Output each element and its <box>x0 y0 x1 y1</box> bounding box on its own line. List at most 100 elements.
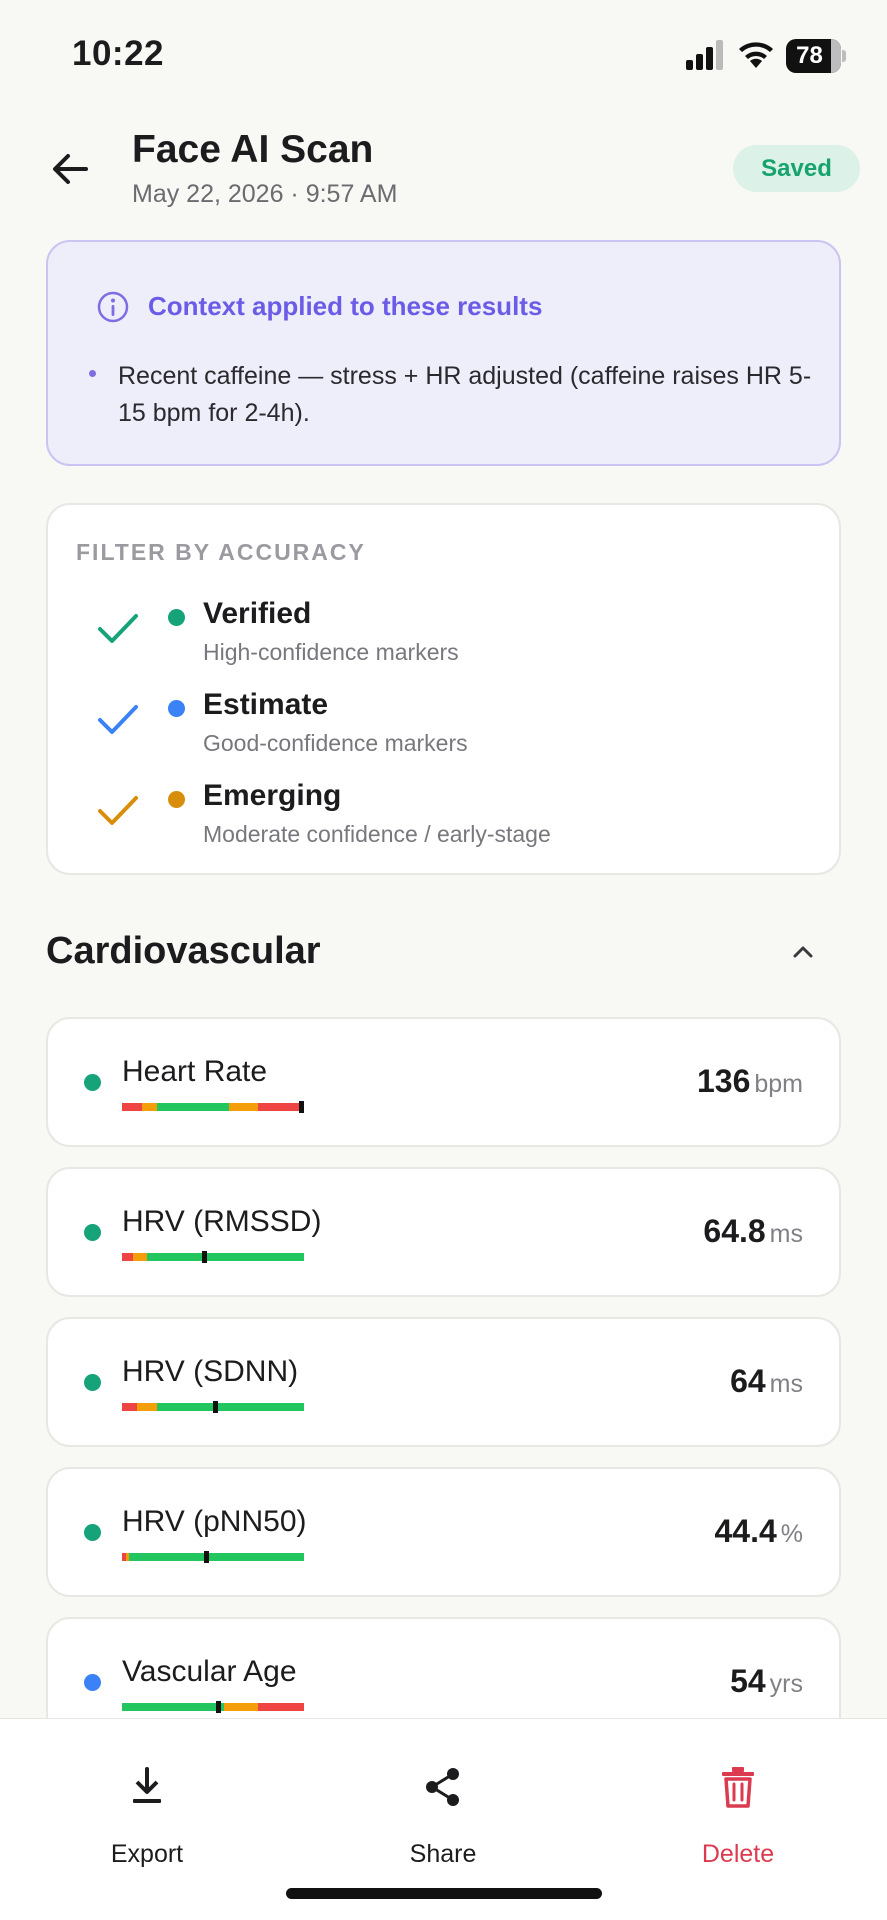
range-segment <box>258 1103 304 1111</box>
info-icon <box>97 291 129 323</box>
filter-option-label: Emerging <box>203 779 342 812</box>
accuracy-dot <box>84 1224 101 1241</box>
range-marker <box>299 1101 304 1113</box>
back-button[interactable] <box>46 145 94 193</box>
accuracy-dot <box>84 1674 101 1691</box>
filter-option-description: Moderate confidence / early-stage <box>203 821 551 847</box>
range-marker <box>216 1701 222 1713</box>
range-segment <box>156 1103 230 1111</box>
metric-name: HRV (SDNN) <box>122 1355 299 1388</box>
range-segment <box>136 1403 157 1411</box>
metric-row-hrv-sdnn[interactable]: HRV (SDNN) 64 ms <box>46 1317 841 1447</box>
range-bar <box>122 1401 304 1413</box>
arrow-left-icon <box>53 154 88 184</box>
metric-reading: 64 ms <box>730 1363 803 1400</box>
range-segment <box>142 1103 157 1111</box>
range-segment <box>258 1703 304 1711</box>
filter-heading: FILTER BY ACCURACY <box>76 539 366 565</box>
metric-value: 64 <box>730 1363 766 1399</box>
range-segment <box>122 1403 137 1411</box>
metric-row-hrv-rmssd[interactable]: HRV (RMSSD) 64.8 ms <box>46 1167 841 1297</box>
verified-dot <box>168 609 185 626</box>
range-bar <box>122 1101 304 1113</box>
cellular-signal-icon <box>686 40 723 70</box>
metric-name: Heart Rate <box>122 1055 268 1088</box>
metric-unit: % <box>780 1520 803 1548</box>
range-bar <box>122 1251 304 1263</box>
accuracy-dot <box>84 1374 101 1391</box>
metric-reading: 136 bpm <box>697 1063 803 1100</box>
range-segment <box>122 1103 143 1111</box>
export-button[interactable]: Export <box>47 1719 247 1869</box>
battery-icon: 78 <box>786 39 846 73</box>
home-indicator <box>286 1888 602 1899</box>
estimate-dot <box>168 700 185 717</box>
share-icon <box>426 1768 459 1806</box>
scan-timestamp: May 22, 2026 · 9:57 AM <box>132 180 398 208</box>
metric-value: 54 <box>730 1663 766 1699</box>
page-title: Face AI Scan <box>132 128 374 171</box>
wifi-icon <box>739 42 773 68</box>
range-segment <box>132 1253 148 1261</box>
filter-option-label: Verified <box>203 597 312 630</box>
range-segment <box>223 1703 259 1711</box>
range-segment <box>147 1253 304 1261</box>
status-time: 10:22 <box>72 34 165 73</box>
delete-button[interactable]: Delete <box>638 1719 838 1869</box>
filter-option-label: Estimate <box>203 688 329 721</box>
range-bar <box>122 1701 304 1713</box>
metric-unit: yrs <box>769 1670 803 1698</box>
check-icon <box>98 796 138 825</box>
filter-option-estimate[interactable]: Estimate Good-confidence markers <box>48 688 843 768</box>
bullet-dot <box>89 370 96 377</box>
context-note: Recent caffeine — stress + HR adjusted (… <box>118 362 812 427</box>
metric-reading: 64.8 ms <box>703 1213 803 1250</box>
status-bar: 10:22 78 <box>0 0 887 110</box>
saved-badge: Saved <box>733 145 860 192</box>
share-button[interactable]: Share <box>343 1719 543 1869</box>
metric-row-hrv-pnn50[interactable]: HRV (pNN50) 44.4% <box>46 1467 841 1597</box>
context-card: Context applied to these results Recent … <box>46 240 841 466</box>
metric-value: 44.4 <box>714 1513 777 1549</box>
emerging-dot <box>168 791 185 808</box>
range-segment <box>229 1103 259 1111</box>
range-segment <box>156 1403 304 1411</box>
collapse-section-button[interactable] <box>786 935 820 969</box>
metric-name: HRV (RMSSD) <box>122 1205 322 1238</box>
range-marker <box>203 1551 209 1563</box>
metric-row-heart-rate[interactable]: Heart Rate 136 bpm <box>46 1017 841 1147</box>
export-label: Export <box>110 1840 184 1868</box>
metric-unit: bpm <box>754 1070 803 1098</box>
filter-option-description: Good-confidence markers <box>203 730 468 756</box>
range-segment <box>122 1703 224 1711</box>
check-icon <box>98 705 138 734</box>
metric-reading: 54 yrs <box>730 1663 803 1700</box>
accuracy-dot <box>84 1524 101 1541</box>
check-icon <box>98 614 138 643</box>
delete-label: Delete <box>701 1840 775 1868</box>
filter-option-verified[interactable]: Verified High-confidence markers <box>48 597 843 677</box>
share-label: Share <box>409 1840 477 1868</box>
metric-name: HRV (pNN50) <box>122 1505 307 1538</box>
range-segment <box>129 1553 304 1561</box>
range-marker <box>201 1251 207 1263</box>
accuracy-dot <box>84 1074 101 1091</box>
range-bar <box>122 1551 304 1563</box>
metric-unit: ms <box>769 1370 803 1398</box>
battery-level: 78 <box>796 42 823 69</box>
range-segment <box>122 1253 133 1261</box>
metric-value: 64.8 <box>703 1213 766 1249</box>
download-icon <box>133 1767 161 1803</box>
range-marker <box>212 1401 218 1413</box>
chevron-up-icon <box>793 946 813 958</box>
section-title-cardiovascular: Cardiovascular <box>46 930 321 972</box>
filter-option-emerging[interactable]: Emerging Moderate confidence / early-sta… <box>48 779 843 859</box>
filter-option-description: High-confidence markers <box>203 639 459 665</box>
metric-unit: ms <box>769 1220 803 1248</box>
metric-reading: 44.4% <box>714 1513 803 1550</box>
trash-icon <box>722 1767 754 1808</box>
context-title: Context applied to these results <box>148 291 543 321</box>
metric-name: Vascular Age <box>122 1655 297 1688</box>
metric-value: 136 <box>696 1063 751 1099</box>
filter-card: FILTER BY ACCURACY Verified High-confide… <box>46 503 841 875</box>
